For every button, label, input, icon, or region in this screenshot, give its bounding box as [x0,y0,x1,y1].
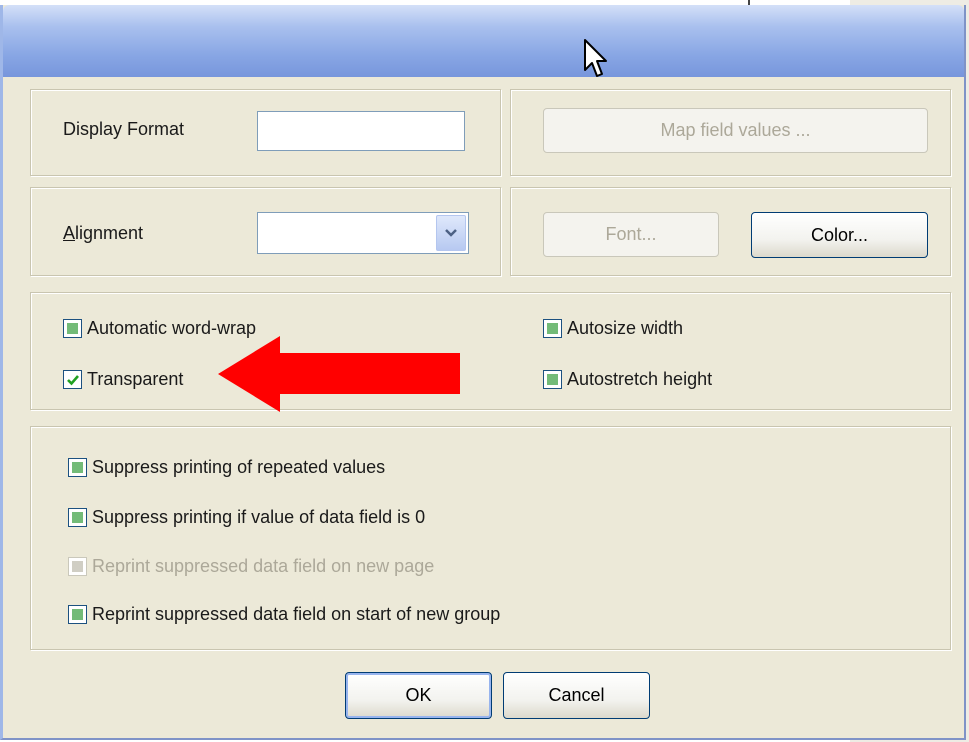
checkbox-indeterminate [543,370,562,389]
checkbox-label: Transparent [87,369,184,389]
autostretch-height-checkbox[interactable]: Autostretch height [543,369,712,390]
alignment-accelerator: A [63,223,76,243]
checkmark-icon [63,370,82,389]
alignment-select[interactable] [257,212,469,254]
checkbox-indeterminate [68,458,87,477]
suppress-zero-checkbox[interactable]: Suppress printing if value of data field… [68,507,425,528]
field-properties-dialog: Display Format Map field values ... Alig… [0,5,966,740]
color-button[interactable]: Color... [751,212,928,258]
font-button[interactable]: Font... [543,212,719,257]
reprint-new-page-checkbox[interactable]: Reprint suppressed data field on new pag… [68,556,434,577]
combo-dropdown-icon[interactable] [436,215,466,251]
alignment-label: Alignment [63,223,143,244]
checkbox-indeterminate [63,319,82,338]
mouse-pointer-icon [584,39,607,77]
checkbox-label: Reprint suppressed data field on new pag… [92,556,435,576]
checkbox-indeterminate [68,508,87,527]
checkbox-label: Autosize width [567,318,684,338]
red-arrow-annotation [218,336,460,412]
checkbox-label: Autostretch height [567,369,713,389]
transparent-checkbox[interactable]: Transparent [63,369,183,390]
checkbox-label: Reprint suppressed data field on start o… [92,604,501,624]
suppress-repeated-checkbox[interactable]: Suppress printing of repeated values [68,457,385,478]
autosize-width-checkbox[interactable]: Autosize width [543,318,683,339]
reprint-new-group-checkbox[interactable]: Reprint suppressed data field on start o… [68,604,500,625]
display-format-input[interactable] [257,111,465,151]
checkbox-label: Suppress printing if value of data field… [92,507,426,527]
checkbox-label: Suppress printing of repeated values [92,457,386,477]
display-format-label: Display Format [63,119,185,139]
checkbox-indeterminate [543,319,562,338]
map-field-values-button[interactable]: Map field values ... [543,108,928,153]
layout-options-group [30,292,951,410]
title-bar[interactable] [3,5,964,77]
cancel-button[interactable]: Cancel [503,672,650,719]
ok-button[interactable]: OK [345,672,492,719]
checkbox-indeterminate [68,605,87,624]
checkbox-disabled [68,557,87,576]
alignment-label-rest: lignment [75,223,144,243]
